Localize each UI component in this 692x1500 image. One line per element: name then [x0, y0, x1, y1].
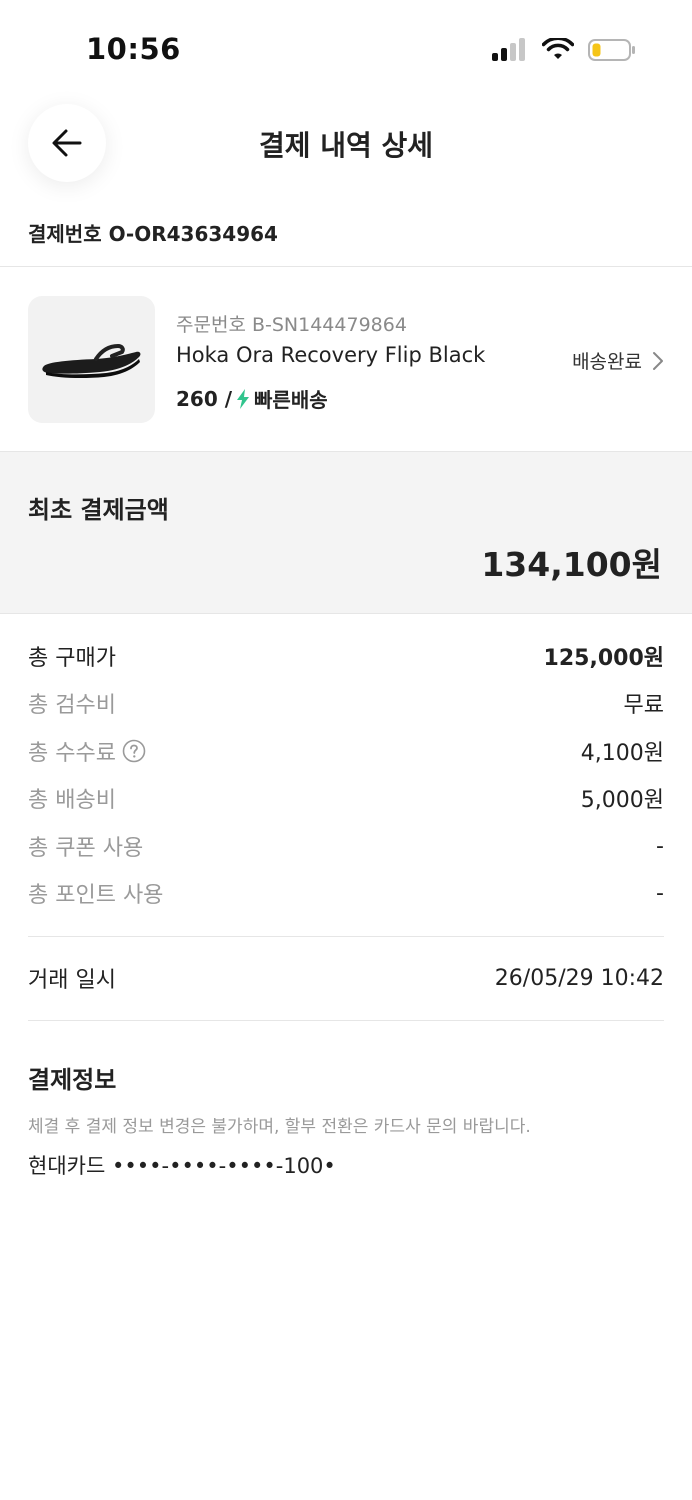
status-icons — [492, 38, 636, 62]
product-thumbnail — [28, 296, 155, 423]
fee-row-points: 총 포인트 사용 - — [28, 875, 664, 911]
fee-label-with-help: 총 수수료 — [28, 735, 146, 767]
transaction-label: 거래 일시 — [28, 968, 116, 993]
divider — [28, 936, 664, 937]
lightning-icon — [237, 388, 250, 409]
fee-row-coupon: 총 쿠폰 사용 - — [28, 828, 664, 864]
product-size: 260 / — [176, 386, 233, 411]
fee-row-commission: 총 수수료 4,100원 — [28, 733, 664, 769]
fee-label: 총 쿠폰 사용 — [28, 836, 144, 861]
help-icon[interactable] — [122, 739, 146, 763]
fee-label: 총 구매가 — [28, 646, 116, 671]
delivery-status-label: 배송완료 — [572, 351, 642, 373]
initial-payment-label: 최초 결제금액 — [28, 496, 169, 524]
transaction-value: 26/05/29 10:42 — [494, 965, 664, 991]
fee-value: 125,000원 — [543, 646, 664, 671]
battery-icon — [588, 39, 635, 61]
status-time: 10:56 — [86, 32, 181, 66]
divider — [28, 1020, 664, 1021]
initial-payment-amount: 134,100원 — [481, 545, 662, 584]
fee-label-text: 총 수수료 — [28, 741, 116, 766]
payment-number: 결제번호 O-OR43634964 — [28, 222, 278, 246]
fee-row-total-price: 총 구매가 125,000원 — [28, 638, 664, 674]
product-option: 260 / 빠른배송 — [176, 384, 328, 413]
product-name: Hoka Ora Recovery Flip Black — [176, 343, 486, 367]
payment-info-notice: 체결 후 결제 정보 변경은 불가하며, 할부 전환은 카드사 문의 바랍니다. — [28, 1117, 531, 1137]
payment-info-title: 결제정보 — [28, 1066, 117, 1094]
fee-label: 총 검수비 — [28, 693, 116, 718]
transaction-datetime-row: 거래 일시 26/05/29 10:42 — [28, 960, 664, 996]
fee-value: 무료 — [623, 693, 664, 718]
order-number: 주문번호 B-SN144479864 — [176, 314, 407, 336]
signal-icon — [492, 38, 525, 61]
fee-value: - — [656, 880, 664, 906]
fee-value: - — [656, 833, 664, 859]
fast-delivery-label: 빠른배송 — [254, 388, 328, 412]
chevron-right-icon — [653, 351, 663, 370]
payment-card-info: 현대카드 ••••-••••-••••-100• — [28, 1154, 336, 1178]
wifi-icon — [542, 38, 574, 59]
fee-value: 4,100원 — [580, 741, 664, 766]
sandal-product-image — [41, 343, 140, 378]
page-title: 결제 내역 상세 — [258, 129, 434, 162]
order-item[interactable]: 주문번호 B-SN144479864 Hoka Ora Recovery Fli… — [0, 267, 692, 451]
fee-label: 총 배송비 — [28, 788, 116, 813]
fee-value: 5,000원 — [580, 788, 664, 813]
initial-payment-box: 최초 결제금액 134,100원 — [0, 451, 692, 614]
delivery-status[interactable]: 배송완료 — [572, 347, 664, 374]
header: 결제 내역 상세 — [0, 100, 692, 186]
fee-row-shipping: 총 배송비 5,000원 — [28, 780, 664, 816]
fee-row-inspection: 총 검수비 무료 — [28, 685, 664, 721]
fee-label: 총 포인트 사용 — [28, 883, 164, 908]
status-bar: 10:56 — [0, 0, 692, 100]
